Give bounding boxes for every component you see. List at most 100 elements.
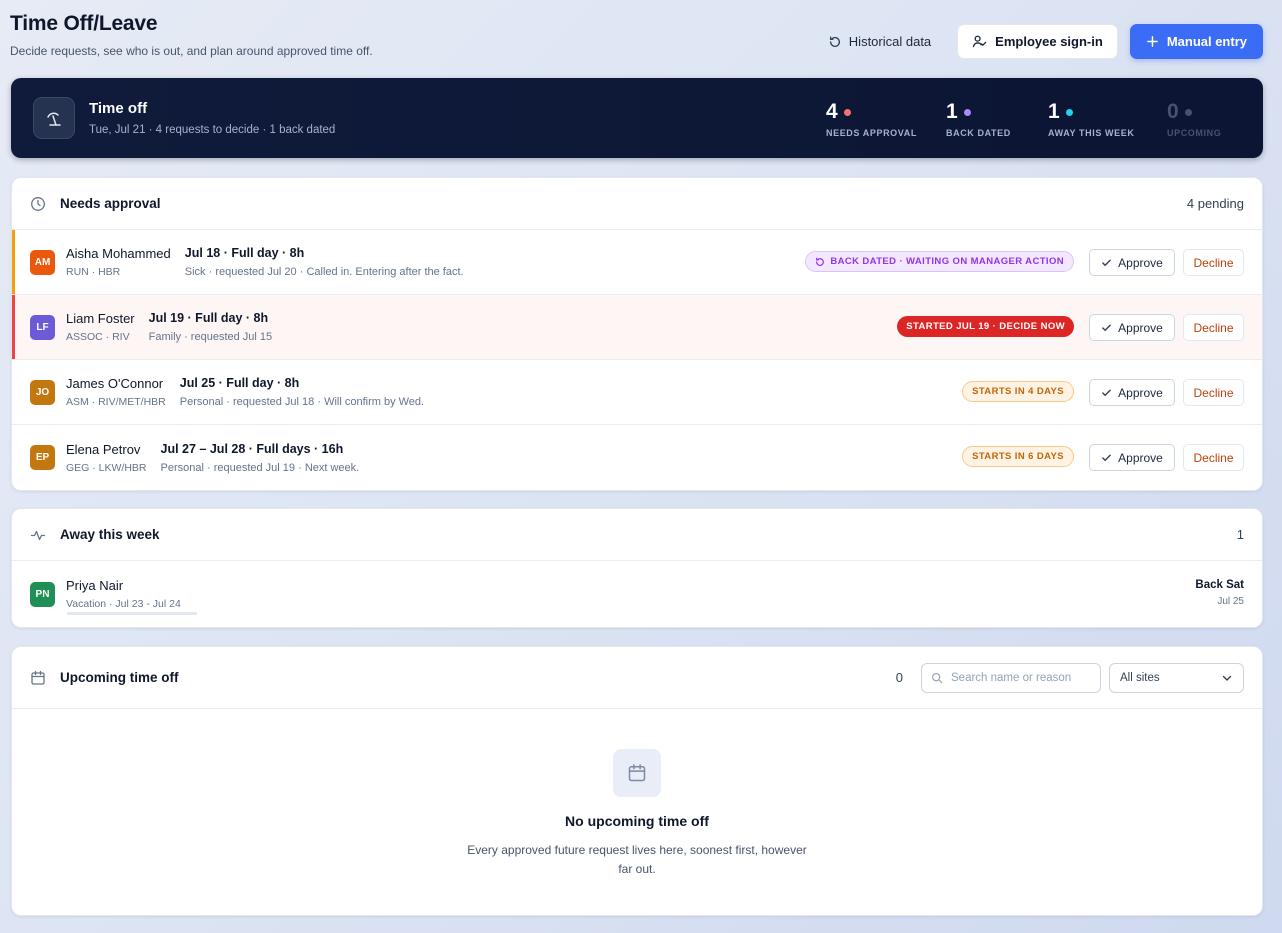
person-info: James O'Connor ASM · RIV/MET/HBR bbox=[66, 376, 166, 408]
status-badge-label: STARTS IN 6 DAYS bbox=[972, 451, 1064, 462]
empty-state: No upcoming time off Every approved futu… bbox=[12, 709, 1262, 879]
employee-name: Priya Nair bbox=[66, 578, 124, 593]
user-check-icon bbox=[972, 34, 987, 49]
decline-button[interactable]: Decline bbox=[1183, 379, 1244, 406]
status-badge: STARTS IN 6 DAYS bbox=[962, 446, 1074, 467]
approve-button[interactable]: Approve bbox=[1089, 444, 1175, 471]
away-row: PN Priya Nair Vacation · Jul 23 - Jul 24… bbox=[12, 561, 1262, 627]
approve-label: Approve bbox=[1118, 320, 1163, 335]
stat-value: 1 bbox=[1048, 100, 1060, 123]
search-icon bbox=[931, 672, 943, 684]
employee-meta: RUN · HBR bbox=[66, 266, 121, 278]
return-date: Jul 25 bbox=[1217, 596, 1244, 607]
employee-meta: ASSOC · RIV bbox=[66, 331, 130, 343]
approve-button[interactable]: Approve bbox=[1089, 379, 1175, 406]
away-header: Away this week 1 bbox=[12, 509, 1262, 561]
beach-icon bbox=[33, 97, 75, 139]
person-info: Liam Foster ASSOC · RIV bbox=[66, 311, 135, 343]
avatar: PN bbox=[30, 581, 55, 607]
status-badge-label: STARTS IN 4 DAYS bbox=[972, 386, 1064, 397]
manual-entry-label: Manual entry bbox=[1166, 34, 1247, 49]
request-detail: Family · requested Jul 15 bbox=[148, 331, 273, 343]
rotate-icon bbox=[815, 257, 825, 267]
upcoming-title: Upcoming time off bbox=[60, 670, 179, 685]
approve-button[interactable]: Approve bbox=[1089, 249, 1175, 276]
approval-row: AM Aisha Mohammed RUN · HBR Jul 18 · Ful… bbox=[12, 230, 1262, 295]
approve-button[interactable]: Approve bbox=[1089, 314, 1175, 341]
request-when: Jul 27 – Jul 28 · Full days · 16h bbox=[160, 441, 344, 456]
approval-row: JO James O'Connor ASM · RIV/MET/HBR Jul … bbox=[12, 360, 1262, 425]
row-accent bbox=[12, 230, 15, 294]
approve-label: Approve bbox=[1118, 450, 1163, 465]
page-header: Time Off/Leave Decide requests, see who … bbox=[10, 12, 373, 58]
header-actions: Historical data Employee sign-in Manual … bbox=[814, 24, 1263, 59]
site-select[interactable]: All sites bbox=[1109, 662, 1244, 693]
upcoming-count: 0 bbox=[895, 670, 903, 685]
upcoming-header: Upcoming time off 0 All sites bbox=[12, 647, 1262, 709]
decline-button[interactable]: Decline bbox=[1183, 314, 1244, 341]
approval-row: EP Elena Petrov GEG · LKW/HBR Jul 27 – J… bbox=[12, 425, 1262, 490]
stat-needs-approval: 4 NEEDS APPROVAL bbox=[826, 100, 917, 138]
check-icon bbox=[1101, 257, 1112, 268]
employee-meta: ASM · RIV/MET/HBR bbox=[66, 396, 166, 408]
employee-name: James O'Connor bbox=[66, 376, 164, 391]
approve-label: Approve bbox=[1118, 255, 1163, 270]
avatar: JO bbox=[30, 379, 55, 405]
search-input[interactable] bbox=[951, 671, 1091, 684]
stat-label: NEEDS APPROVAL bbox=[826, 128, 917, 138]
employee-signin-label: Employee sign-in bbox=[995, 34, 1103, 49]
person-info: Aisha Mohammed RUN · HBR bbox=[66, 246, 171, 278]
stat-value: 4 bbox=[826, 100, 838, 123]
request-detail: Personal · requested Jul 19 · Next week. bbox=[160, 461, 360, 474]
status-badge: STARTED JUL 19 · DECIDE NOW bbox=[897, 316, 1074, 337]
manual-entry-button[interactable]: Manual entry bbox=[1129, 24, 1263, 59]
history-icon bbox=[828, 35, 842, 49]
activity-icon bbox=[30, 527, 46, 543]
stat-away-this-week: 1 AWAY THIS WEEK bbox=[1048, 100, 1134, 138]
needs-approval-card: Needs approval 4 pending AM Aisha Mohamm… bbox=[11, 177, 1263, 491]
approval-row: LF Liam Foster ASSOC · RIV Jul 19 · Full… bbox=[12, 295, 1262, 360]
row-accent bbox=[12, 295, 15, 359]
employee-name: Liam Foster bbox=[66, 311, 135, 326]
absence-meta: Vacation · Jul 23 - Jul 24 bbox=[66, 598, 181, 610]
avatar: EP bbox=[30, 445, 55, 470]
stat-dot bbox=[843, 108, 851, 116]
stat-back-dated: 1 BACK DATED bbox=[946, 100, 1011, 138]
return-label: Back Sat bbox=[1195, 579, 1244, 591]
check-icon bbox=[1101, 322, 1112, 333]
page-title: Time Off/Leave bbox=[10, 12, 158, 35]
calendar-icon bbox=[30, 670, 46, 686]
request-info: Jul 18 · Full day · 8h Sick · requested … bbox=[185, 246, 464, 278]
request-info: Jul 25 · Full day · 8h Personal · reques… bbox=[180, 376, 424, 408]
away-title: Away this week bbox=[60, 527, 160, 542]
summary-subtitle: Tue, Jul 21 · 4 requests to decide · 1 b… bbox=[89, 124, 336, 136]
away-count: 1 bbox=[1236, 527, 1244, 542]
empty-title: No upcoming time off bbox=[565, 813, 709, 829]
stat-label: AWAY THIS WEEK bbox=[1048, 128, 1135, 138]
status-badge-label: BACK DATED · WAITING ON MANAGER ACTION bbox=[830, 256, 1064, 267]
decline-button[interactable]: Decline bbox=[1183, 249, 1244, 276]
needs-approval-title: Needs approval bbox=[60, 196, 161, 211]
summary-banner: Time off Tue, Jul 21 · 4 requests to dec… bbox=[11, 78, 1263, 158]
request-when: Jul 18 · Full day · 8h bbox=[184, 246, 305, 260]
stat-value: 1 bbox=[946, 100, 958, 123]
stat-label: BACK DATED bbox=[946, 128, 1011, 138]
request-detail: Personal · requested Jul 18 · Will confi… bbox=[179, 396, 425, 408]
employee-name: Aisha Mohammed bbox=[66, 246, 171, 261]
status-badge: STARTS IN 4 DAYS bbox=[962, 381, 1074, 402]
historical-data-label: Historical data bbox=[848, 34, 932, 49]
return-info: Back Sat Jul 25 bbox=[1195, 579, 1244, 607]
status-badge-label: STARTED JUL 19 · DECIDE NOW bbox=[906, 321, 1065, 332]
stat-value: 0 bbox=[1167, 100, 1179, 123]
upcoming-card: Upcoming time off 0 All sites No upcomin… bbox=[11, 646, 1263, 916]
stat-upcoming: 0 UPCOMING bbox=[1167, 100, 1221, 138]
person-info: Priya Nair Vacation · Jul 23 - Jul 24 bbox=[66, 578, 181, 610]
status-badge: BACK DATED · WAITING ON MANAGER ACTION bbox=[805, 251, 1074, 272]
decline-button[interactable]: Decline bbox=[1183, 444, 1244, 471]
stat-dot bbox=[1184, 108, 1192, 116]
historical-data-button[interactable]: Historical data bbox=[814, 24, 945, 59]
employee-signin-button[interactable]: Employee sign-in bbox=[957, 24, 1118, 59]
calendar-icon bbox=[613, 749, 661, 797]
upcoming-controls: 0 All sites bbox=[895, 662, 1244, 693]
stat-dot bbox=[963, 108, 971, 116]
